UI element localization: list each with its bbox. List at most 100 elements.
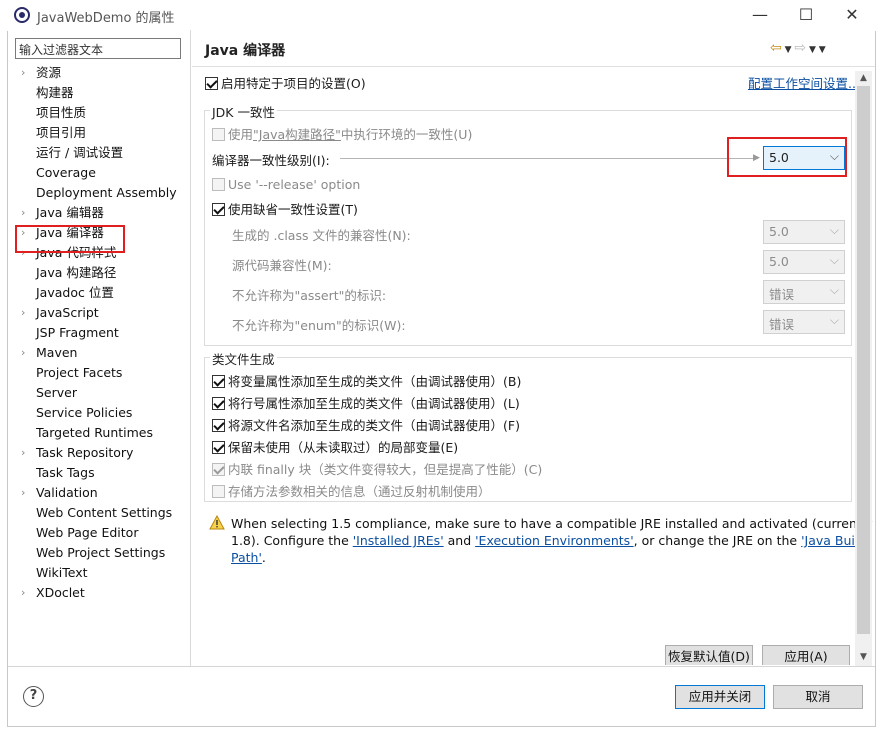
classfile-option-source[interactable]: 将源文件名添加至生成的类文件（由调试器使用）(F) bbox=[212, 415, 520, 434]
tree-item[interactable]: WikiText bbox=[15, 563, 187, 583]
warning-icon bbox=[209, 514, 225, 533]
use-release-label: Use '--release' option bbox=[228, 177, 361, 192]
assert-value: 错误 bbox=[769, 287, 795, 302]
tree-item[interactable]: Task Tags bbox=[15, 463, 187, 483]
vars-label: 将变量属性添加至生成的类文件（由调试器使用）(B) bbox=[228, 374, 522, 389]
apply-and-close-button[interactable]: 应用并关闭 bbox=[675, 685, 765, 709]
tree-item[interactable]: Server bbox=[15, 383, 187, 403]
classfile-option-unused[interactable]: 保留未使用（从未读取过）的局部变量(E) bbox=[212, 437, 458, 456]
tree-item-label: 项目性质 bbox=[36, 105, 87, 120]
back-dropdown-icon[interactable]: ▼ bbox=[782, 45, 795, 55]
use-build-path-suffix: 中执行环境的一致性(U) bbox=[340, 127, 473, 142]
java-build-path-link[interactable]: Path' bbox=[231, 550, 262, 565]
installed-jres-link[interactable]: 'Installed JREs' bbox=[353, 533, 444, 548]
warning-text: . bbox=[261, 550, 266, 565]
tree-item[interactable]: 构建器 bbox=[15, 83, 187, 103]
tree-item[interactable]: Targeted Runtimes bbox=[15, 423, 187, 443]
tree-item[interactable]: › Java 编辑器 bbox=[15, 203, 187, 223]
use-default-compliance[interactable]: 使用缺省一致性设置(T) bbox=[212, 199, 358, 218]
expand-arrow-icon[interactable]: › bbox=[21, 303, 25, 323]
back-arrow-icon[interactable]: ⇦ bbox=[770, 40, 782, 56]
use-build-path-checkbox bbox=[212, 128, 225, 141]
warning-line-3: Path'. bbox=[231, 549, 841, 566]
minimize-button[interactable]: — bbox=[748, 4, 772, 26]
unused-checkbox[interactable] bbox=[212, 441, 225, 454]
chevron-down-icon: ⌵ bbox=[829, 223, 839, 237]
tree-item[interactable]: Service Policies bbox=[15, 403, 187, 423]
expand-arrow-icon[interactable]: › bbox=[21, 203, 25, 223]
forward-dropdown-icon[interactable]: ▼ bbox=[806, 45, 819, 55]
java-build-path-link: "Java构建路径" bbox=[253, 127, 341, 142]
close-button[interactable]: ✕ bbox=[840, 4, 864, 26]
classfile-option-vars[interactable]: 将变量属性添加至生成的类文件（由调试器使用）(B) bbox=[212, 371, 521, 390]
tree-item[interactable]: Web Page Editor bbox=[15, 523, 187, 543]
tree-item[interactable]: Deployment Assembly bbox=[15, 183, 187, 203]
apply-button[interactable]: 应用(A) bbox=[762, 645, 850, 665]
tree-item[interactable]: Coverage bbox=[15, 163, 187, 183]
compliance-level-label: 编译器一致性级别(I): bbox=[212, 153, 330, 168]
tree-item[interactable]: Web Content Settings bbox=[15, 503, 187, 523]
class-compat-label: 生成的 .class 文件的兼容性(N): bbox=[232, 228, 411, 243]
tree-item[interactable]: › Maven bbox=[15, 343, 187, 363]
footer-separator bbox=[8, 666, 875, 667]
use-default-checkbox[interactable] bbox=[212, 203, 225, 216]
class-compat-value: 5.0 bbox=[769, 224, 789, 239]
tree-item[interactable]: › Task Repository bbox=[15, 443, 187, 463]
tree-item[interactable]: Project Facets bbox=[15, 363, 187, 383]
expand-arrow-icon[interactable]: › bbox=[21, 583, 25, 603]
tree-item[interactable]: 项目引用 bbox=[15, 123, 187, 143]
classfile-option-lines[interactable]: 将行号属性添加至生成的类文件（由调试器使用）(L) bbox=[212, 393, 520, 412]
tree-item-label: XDoclet bbox=[36, 585, 85, 600]
enable-project-settings-checkbox[interactable] bbox=[205, 77, 218, 90]
source-checkbox[interactable] bbox=[212, 419, 225, 432]
cancel-button[interactable]: 取消 bbox=[773, 685, 863, 709]
tree-item-label: 构建器 bbox=[36, 85, 74, 100]
tree-item[interactable]: 运行 / 调试设置 bbox=[15, 143, 187, 163]
tree-item-label: 资源 bbox=[36, 65, 62, 80]
panel-divider bbox=[190, 30, 191, 666]
scroll-down-icon[interactable]: ▼ bbox=[855, 650, 872, 665]
tree-item[interactable]: › JavaScript bbox=[15, 303, 187, 323]
expand-arrow-icon[interactable]: › bbox=[21, 343, 25, 363]
scrollbar-thumb[interactable] bbox=[857, 86, 870, 634]
warning-text: and bbox=[443, 533, 476, 548]
expand-arrow-icon[interactable]: › bbox=[21, 63, 25, 83]
scroll-up-icon[interactable]: ▲ bbox=[855, 71, 872, 86]
tree-item[interactable]: JSP Fragment bbox=[15, 323, 187, 343]
execution-environments-link[interactable]: 'Execution Environments' bbox=[475, 533, 634, 548]
source-compat-label: 源代码兼容性(M): bbox=[232, 258, 332, 273]
assert-select: 错误 ⌵ bbox=[763, 280, 845, 304]
tree-item[interactable]: › XDoclet bbox=[15, 583, 187, 603]
filter-input[interactable]: 输入过滤器文本 bbox=[15, 38, 181, 59]
tree-item-label: Web Content Settings bbox=[36, 505, 173, 520]
help-icon[interactable]: ? bbox=[23, 686, 44, 707]
tree-item[interactable]: Javadoc 位置 bbox=[15, 283, 187, 303]
restore-defaults-button[interactable]: 恢复默认值(D) bbox=[665, 645, 753, 665]
view-menu-icon[interactable]: ▼ bbox=[819, 45, 826, 55]
inline-checkbox bbox=[212, 463, 225, 476]
forward-arrow-icon[interactable]: ⇨ bbox=[794, 40, 806, 56]
tree-item[interactable]: Web Project Settings bbox=[15, 543, 187, 563]
expand-arrow-icon[interactable]: › bbox=[21, 443, 25, 463]
configure-workspace-link[interactable]: 配置工作空间设置... bbox=[748, 73, 860, 92]
source-compat-value: 5.0 bbox=[769, 254, 789, 269]
expand-arrow-icon[interactable]: › bbox=[21, 483, 25, 503]
eclipse-icon bbox=[14, 7, 30, 23]
tree-item-label: Maven bbox=[36, 345, 78, 360]
page-buttons-clip: 恢复默认值(D) 应用(A) bbox=[192, 640, 855, 665]
lines-label: 将行号属性添加至生成的类文件（由调试器使用）(L) bbox=[228, 396, 520, 411]
highlight-box bbox=[727, 137, 847, 177]
maximize-button[interactable]: ☐ bbox=[794, 4, 818, 26]
lines-checkbox[interactable] bbox=[212, 397, 225, 410]
tree-item-label: JSP Fragment bbox=[36, 325, 119, 340]
tree-item[interactable]: 项目性质 bbox=[15, 103, 187, 123]
tree-item[interactable]: › Validation bbox=[15, 483, 187, 503]
source-compat-select: 5.0 ⌵ bbox=[763, 250, 845, 274]
vars-checkbox[interactable] bbox=[212, 375, 225, 388]
tree-item-label: JavaScript bbox=[36, 305, 99, 320]
title-bar: JavaWebDemo 的属性 — ☐ ✕ bbox=[0, 0, 883, 31]
enable-project-settings[interactable]: 启用特定于项目的设置(O) bbox=[205, 73, 366, 92]
tree-item-label: Validation bbox=[36, 485, 98, 500]
tree-item[interactable]: › 资源 bbox=[15, 63, 187, 83]
tree-item[interactable]: Java 构建路径 bbox=[15, 263, 187, 283]
